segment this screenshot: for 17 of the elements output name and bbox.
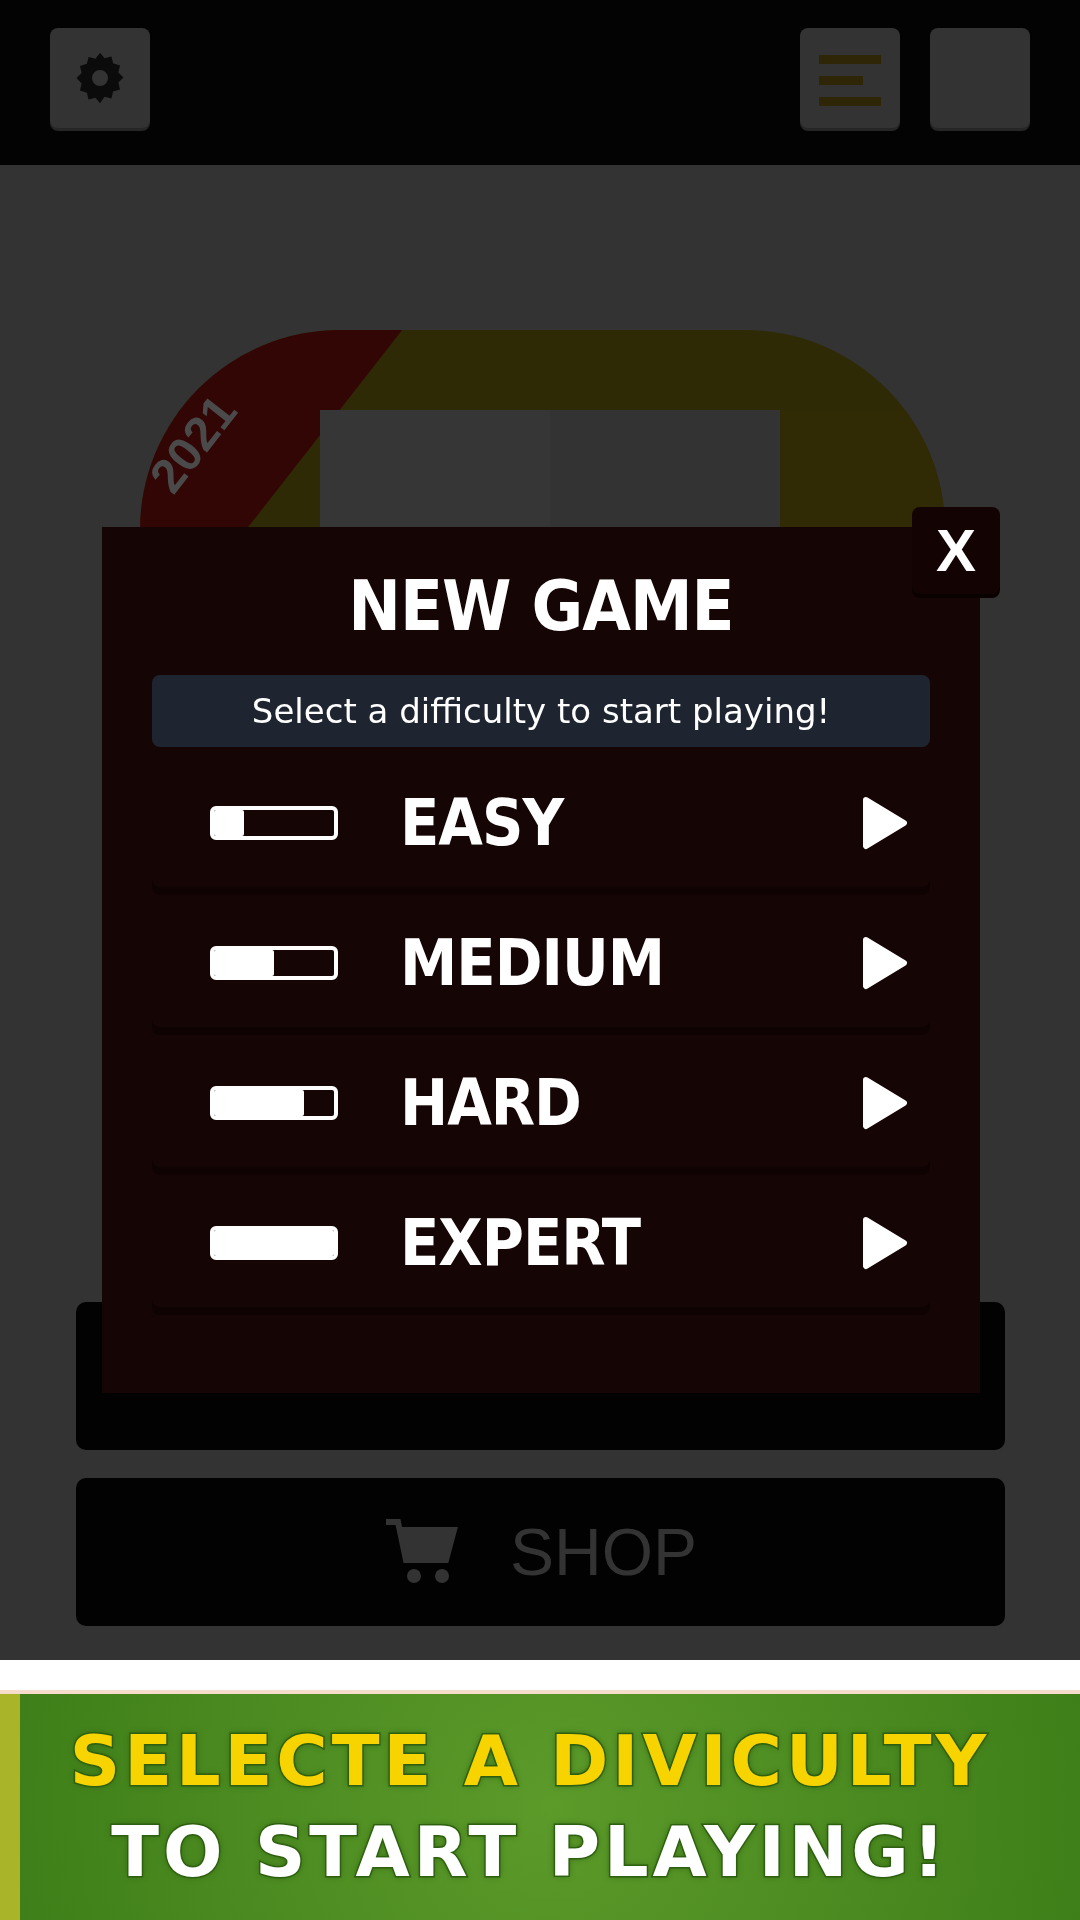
cart-icon bbox=[383, 1518, 460, 1586]
difficulty-meter-icon bbox=[210, 946, 338, 980]
banner-ad[interactable]: SELECTE A DIVICULTY TO START PLAYING! bbox=[0, 1694, 1080, 1920]
play-icon bbox=[862, 796, 908, 850]
dialog-title: NEW GAME bbox=[348, 565, 734, 647]
play-icon bbox=[862, 1076, 908, 1130]
difficulty-meter-icon bbox=[210, 1226, 338, 1260]
difficulty-meter-icon bbox=[210, 1086, 338, 1120]
blank-button[interactable] bbox=[930, 28, 1030, 128]
play-icon bbox=[862, 1216, 908, 1270]
difficulty-meter-icon bbox=[210, 806, 338, 840]
banner-text: TO START PLAYING! bbox=[111, 1814, 949, 1891]
subtitle-bar: Select a difficulty to start playing! bbox=[152, 675, 930, 747]
menu-button[interactable] bbox=[800, 28, 900, 128]
banner-text: SELECTE A DIVICULTY bbox=[69, 1723, 991, 1800]
play-icon bbox=[862, 936, 908, 990]
settings-button[interactable] bbox=[50, 28, 150, 128]
